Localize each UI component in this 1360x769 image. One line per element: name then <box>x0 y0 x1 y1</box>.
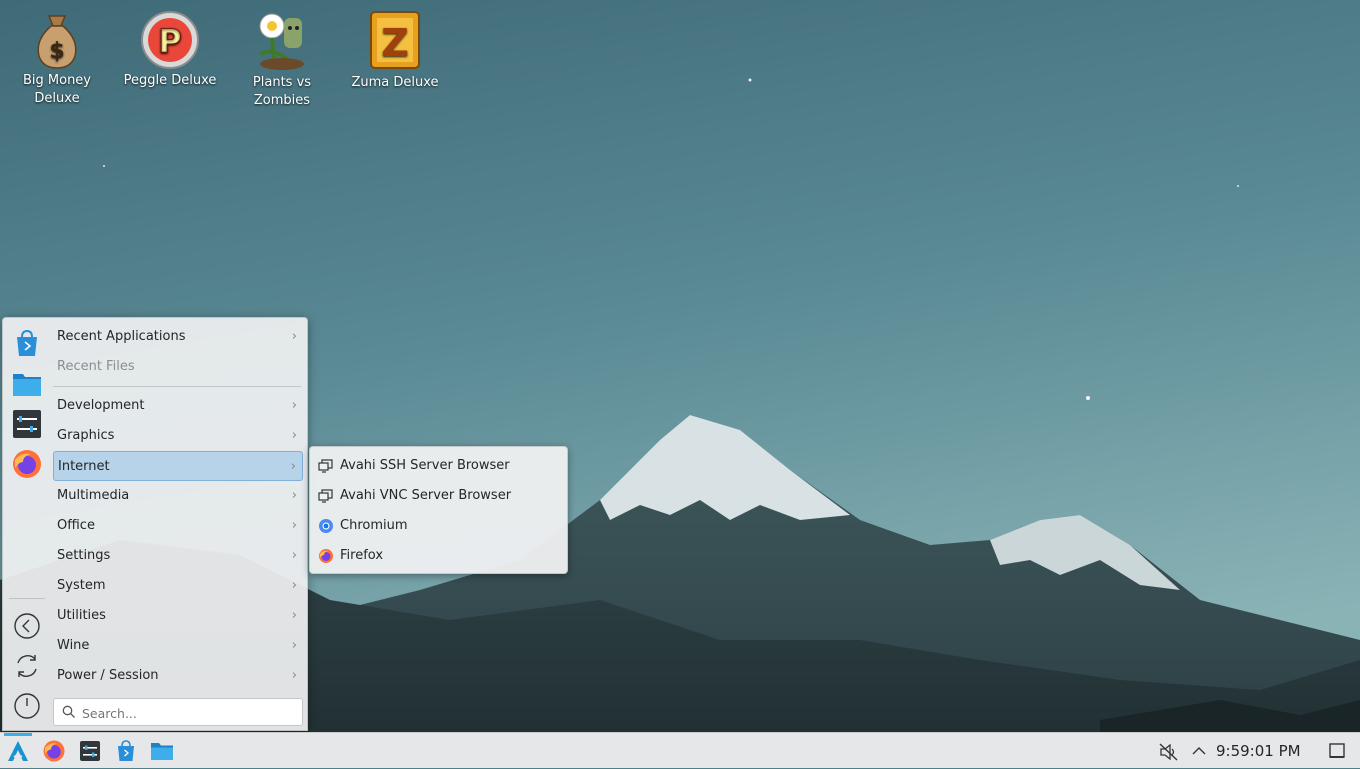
menu-item-label: Utilities <box>57 608 106 623</box>
menu-item-label: Multimedia <box>57 488 130 503</box>
menu-category-utilities[interactable]: Utilities › <box>53 601 303 631</box>
submenu-item-avahi-ssh[interactable]: Avahi SSH Server Browser <box>310 451 567 481</box>
menu-item-label: Power / Session <box>57 668 159 683</box>
system-settings-icon[interactable] <box>11 408 43 440</box>
volume-muted-icon[interactable] <box>1158 741 1180 763</box>
menu-category-system[interactable]: System › <box>53 571 303 601</box>
taskbar-clock[interactable]: 9:59:01 PM <box>1216 733 1301 769</box>
desktop-icon-big-money[interactable]: $ Big Money Deluxe <box>7 10 107 108</box>
chevron-right-icon: › <box>291 668 297 683</box>
menu-category-graphics[interactable]: Graphics › <box>53 421 303 451</box>
money-bag-icon: $ <box>37 15 77 69</box>
svg-text:P: P <box>158 22 181 60</box>
menu-category-list: Recent Applications › Recent Files Devel… <box>53 322 303 691</box>
app-launcher-icon[interactable] <box>6 739 30 763</box>
chevron-right-icon: › <box>290 459 296 474</box>
application-menu: Recent Applications › Recent Files Devel… <box>2 317 308 731</box>
menu-item-label: Development <box>57 398 145 413</box>
menu-item-label: Graphics <box>57 428 115 443</box>
desktop-icon-plants-vs-zombies[interactable]: Plants vs Zombies <box>232 8 332 110</box>
search-input[interactable] <box>80 702 299 724</box>
restart-icon[interactable] <box>13 652 41 680</box>
desktop-icon-label: Big Money Deluxe <box>22 73 91 106</box>
show-desktop-icon[interactable] <box>1328 742 1346 760</box>
peggle-icon: P <box>141 11 199 69</box>
submenu-item-firefox[interactable]: Firefox <box>310 541 567 571</box>
chevron-right-icon: › <box>291 488 297 503</box>
taskbar: 9:59:01 PM <box>0 732 1360 768</box>
tray-expand-icon[interactable] <box>1190 742 1208 760</box>
menu-item-label: Settings <box>57 548 111 563</box>
menu-separator <box>53 386 301 387</box>
menu-category-office[interactable]: Office › <box>53 511 303 541</box>
chevron-right-icon: › <box>291 608 297 623</box>
submenu-item-label: Firefox <box>340 548 384 563</box>
svg-text:Z: Z <box>381 21 409 65</box>
chevron-right-icon: › <box>291 428 297 443</box>
menu-category-settings[interactable]: Settings › <box>53 541 303 571</box>
menu-category-internet[interactable]: Internet › <box>53 451 303 481</box>
submenu-item-label: Avahi SSH Server Browser <box>340 458 510 473</box>
submenu-item-label: Chromium <box>340 518 408 533</box>
file-manager-icon[interactable] <box>150 739 174 763</box>
svg-text:$: $ <box>49 39 64 64</box>
menu-category-multimedia[interactable]: Multimedia › <box>53 481 303 511</box>
plants-vs-zombies-icon <box>259 13 304 70</box>
back-arrow-icon[interactable] <box>13 612 41 640</box>
chevron-right-icon: › <box>291 329 297 344</box>
menu-item-label: Wine <box>57 638 90 653</box>
discover-store-icon[interactable] <box>11 328 43 360</box>
search-icon <box>62 705 75 718</box>
desktop-icon-label: Plants vs Zombies <box>252 75 312 108</box>
system-settings-icon[interactable] <box>78 739 102 763</box>
desktop-icon-label: Zuma Deluxe <box>351 75 439 90</box>
chevron-right-icon: › <box>291 578 297 593</box>
desktop-icon-label: Peggle Deluxe <box>123 73 217 88</box>
menu-item-recent-files[interactable]: Recent Files <box>53 352 303 382</box>
power-icon[interactable] <box>13 692 41 720</box>
firefox-icon[interactable] <box>11 448 43 480</box>
network-monitor-icon <box>318 489 333 503</box>
chevron-right-icon: › <box>291 548 297 563</box>
menu-item-label: Office <box>57 518 95 533</box>
submenu-item-avahi-vnc[interactable]: Avahi VNC Server Browser <box>310 481 567 511</box>
internet-submenu: Avahi SSH Server Browser Avahi VNC Serve… <box>309 446 568 574</box>
menu-item-recent-applications[interactable]: Recent Applications › <box>53 322 303 352</box>
file-manager-icon[interactable] <box>11 368 43 400</box>
desktop-icon-peggle[interactable]: P Peggle Deluxe <box>120 10 220 90</box>
launcher-active-indicator <box>4 733 32 736</box>
firefox-icon <box>319 549 333 563</box>
submenu-item-chromium[interactable]: Chromium <box>310 511 567 541</box>
menu-item-label: Recent Files <box>57 359 135 374</box>
favorites-separator <box>9 598 45 599</box>
discover-store-icon[interactable] <box>114 739 138 763</box>
menu-category-power-session[interactable]: Power / Session › <box>53 661 303 691</box>
network-monitor-icon <box>318 459 333 473</box>
zuma-icon: Z <box>370 11 420 69</box>
menu-category-wine[interactable]: Wine › <box>53 631 303 661</box>
firefox-icon[interactable] <box>42 739 66 763</box>
chevron-right-icon: › <box>291 638 297 653</box>
menu-category-development[interactable]: Development › <box>53 391 303 421</box>
menu-item-label: System <box>57 578 106 593</box>
chevron-right-icon: › <box>291 398 297 413</box>
menu-search-box[interactable] <box>53 698 303 726</box>
submenu-item-label: Avahi VNC Server Browser <box>340 488 512 503</box>
favorites-strip <box>3 318 51 730</box>
chevron-right-icon: › <box>291 518 297 533</box>
menu-item-label: Internet <box>58 459 110 474</box>
menu-item-label: Recent Applications <box>57 329 186 344</box>
chromium-icon <box>319 519 333 533</box>
desktop-icon-zuma[interactable]: Z Zuma Deluxe <box>345 8 445 92</box>
